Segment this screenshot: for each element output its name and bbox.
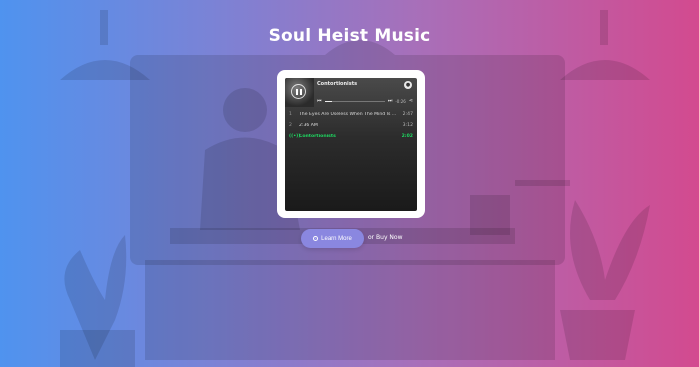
track-name: The Eyes Are Useless When The Mind Is ..… <box>299 112 397 117</box>
track-row[interactable]: 2 2:36 AM 3:12 <box>289 120 413 131</box>
buy-now-link[interactable]: or Buy Now <box>368 234 403 241</box>
share-icon[interactable]: ⋖ <box>409 98 413 104</box>
page-title: Soul Heist Music <box>268 26 431 46</box>
now-playing-title: Contortionists <box>317 81 358 87</box>
track-duration: 2:02 <box>401 134 413 139</box>
learn-more-label: Learn More <box>321 235 352 242</box>
spotify-icon[interactable]: ● <box>404 81 412 89</box>
learn-more-button[interactable]: › Learn More <box>301 229 364 248</box>
track-number: 1 <box>289 112 292 117</box>
track-name: Contortionists <box>299 134 336 139</box>
pause-icon[interactable] <box>291 84 306 99</box>
album-art[interactable] <box>285 78 314 107</box>
time-remaining: -0:26 <box>395 98 406 104</box>
skip-back-icon[interactable]: ⏮ <box>317 98 322 104</box>
playback-controls: ⏮ ⏭ -0:26 ⋖ <box>317 97 413 105</box>
progress-bar[interactable] <box>324 100 385 102</box>
track-row-active[interactable]: ((•)) Contortionists 2:02 <box>289 131 413 142</box>
track-name: 2:36 AM <box>299 123 318 128</box>
track-duration: 3:12 <box>402 123 413 128</box>
track-list: 1 The Eyes Are Useless When The Mind Is … <box>289 109 413 142</box>
track-row[interactable]: 1 The Eyes Are Useless When The Mind Is … <box>289 109 413 120</box>
skip-forward-icon[interactable]: ⏭ <box>388 98 393 104</box>
spotify-embed-player[interactable]: Contortionists ● ⏮ ⏭ -0:26 ⋖ 1 The Eyes … <box>285 78 417 211</box>
track-duration: 2:47 <box>402 112 413 117</box>
now-playing-indicator-icon: ((•)) <box>289 134 301 139</box>
track-number: 2 <box>289 123 292 128</box>
circle-arrow-icon: › <box>313 236 319 241</box>
